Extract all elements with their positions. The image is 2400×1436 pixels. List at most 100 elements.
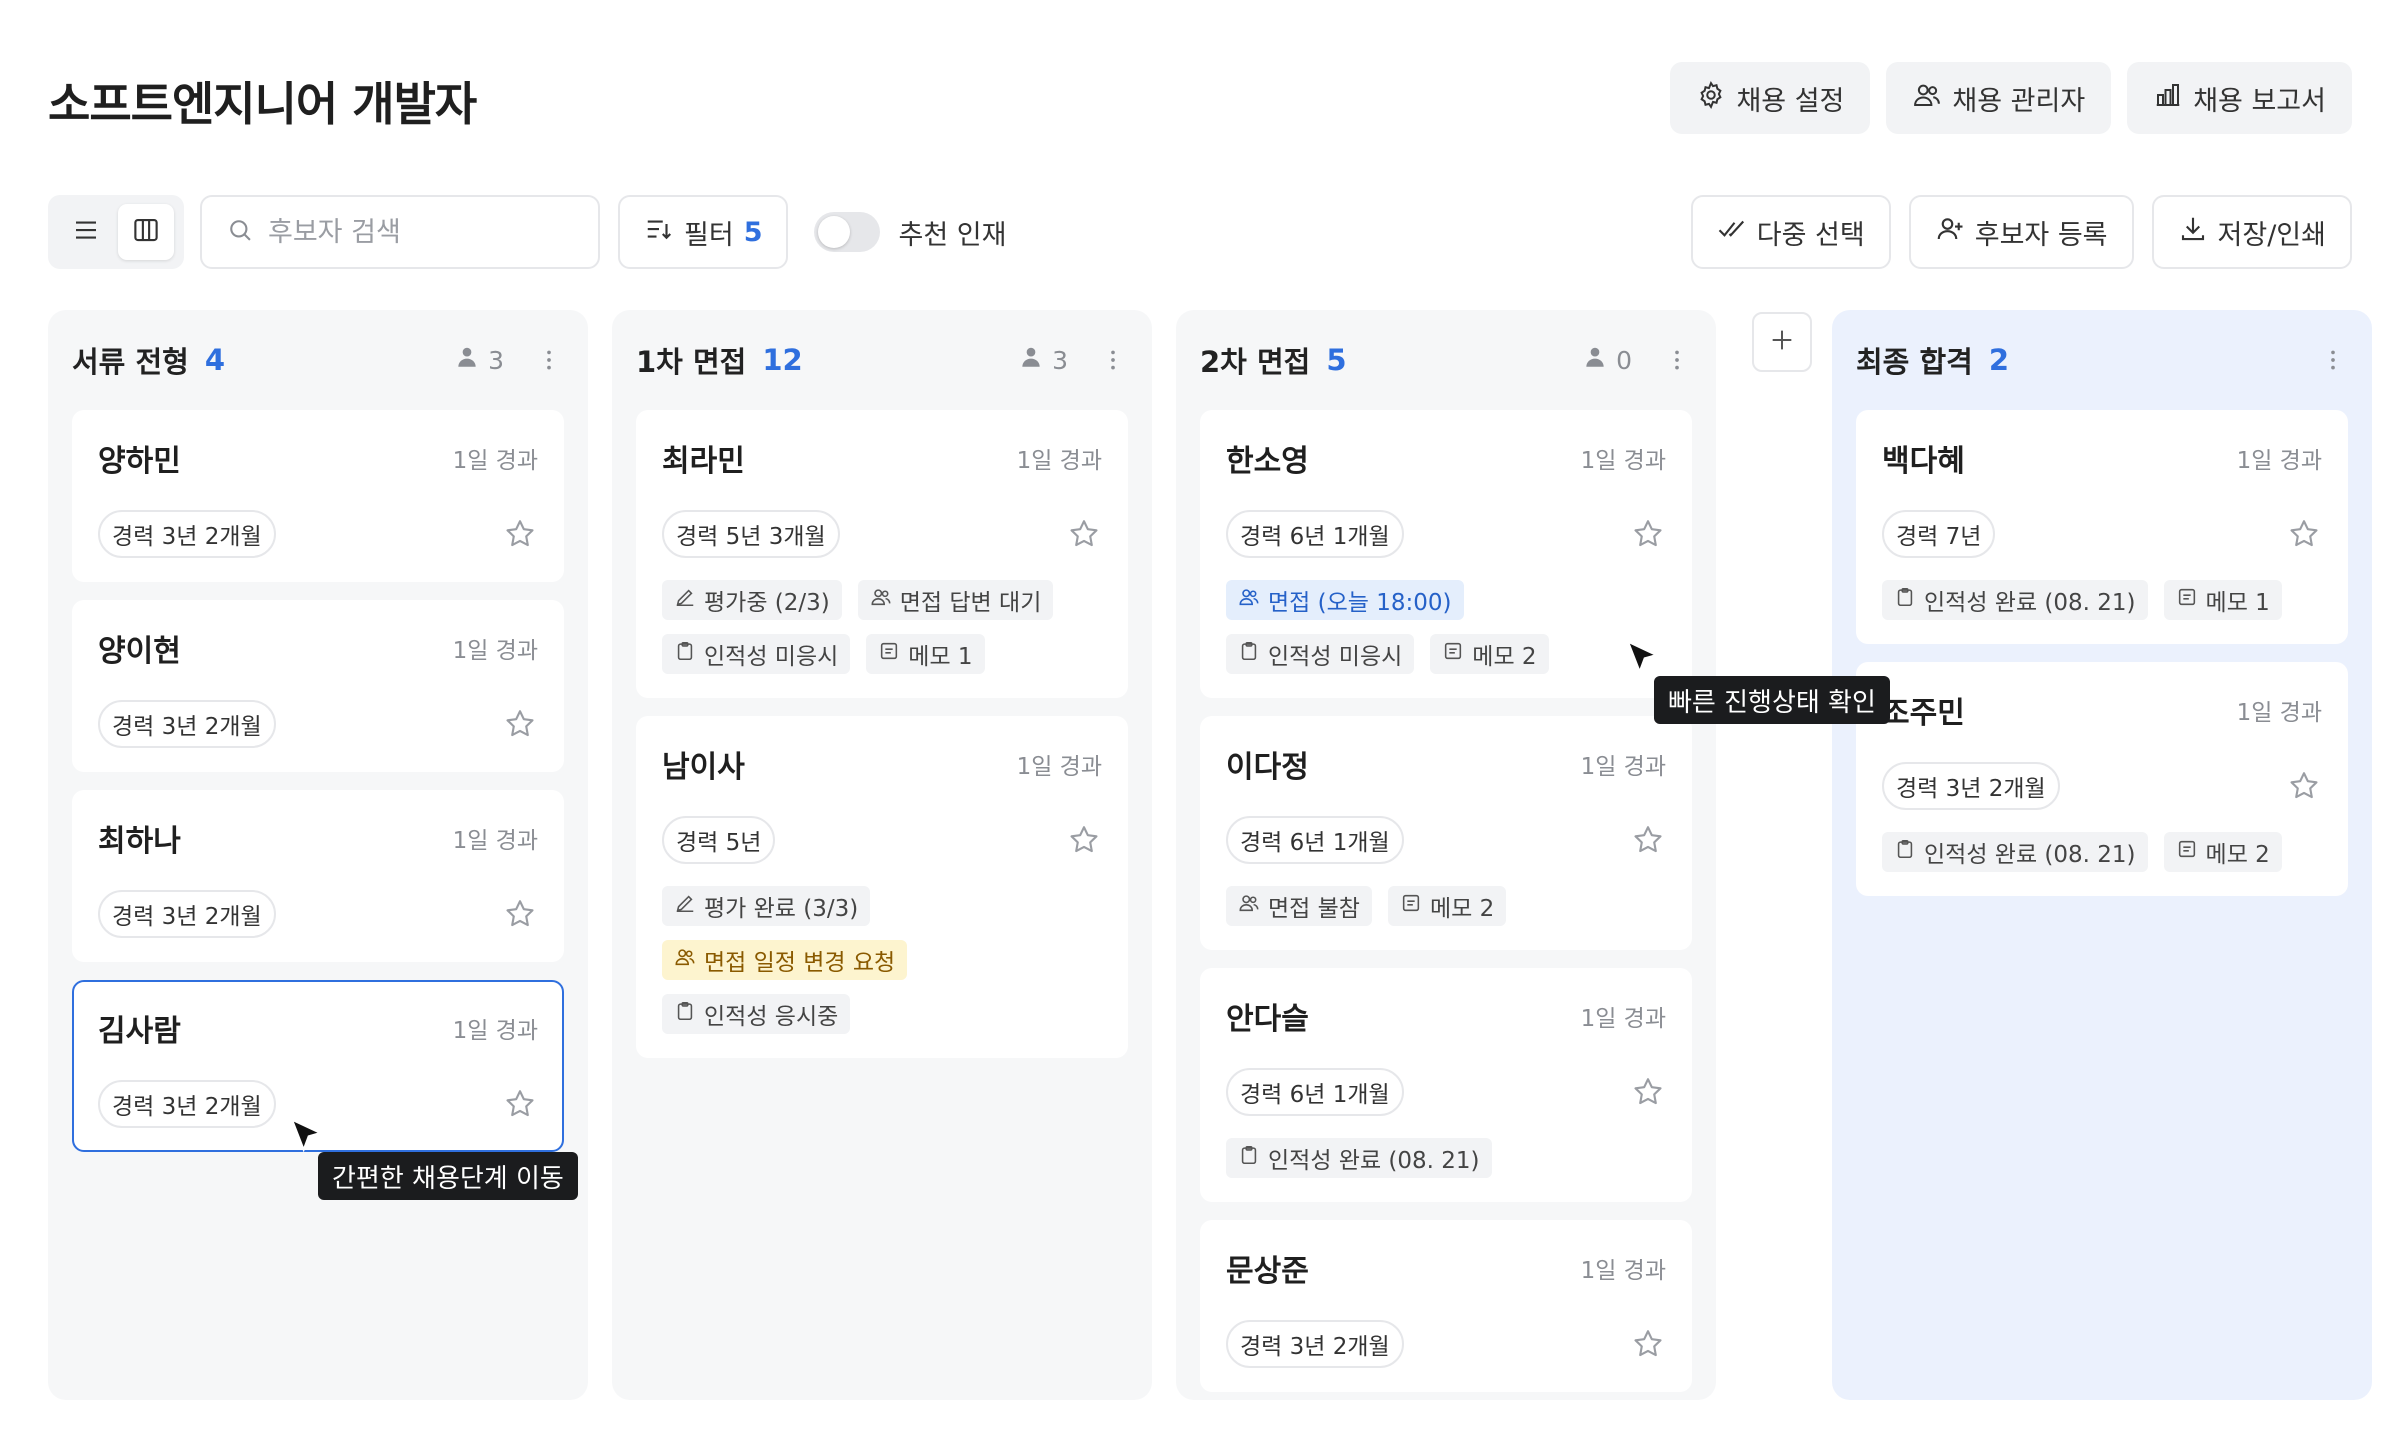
elapsed-time: 1일 경과 (1016, 448, 1102, 474)
clipboard-icon (1238, 640, 1260, 668)
candidate-card[interactable]: 문상준 1일 경과 경력 3년 2개월 (1200, 1220, 1692, 1392)
users-icon (870, 586, 892, 614)
star-icon[interactable] (502, 706, 538, 742)
quick-status-tooltip: 빠른 진행상태 확인 (1654, 676, 1890, 724)
more-vertical-icon[interactable] (534, 345, 564, 375)
toolbar-actions: 다중 선택 후보자 등록 저장/인쇄 (1690, 195, 2352, 269)
star-icon[interactable] (1630, 516, 1666, 552)
memo-tag[interactable]: 메모 2 (1387, 886, 1507, 926)
double-check-icon (1717, 214, 1747, 251)
star-icon[interactable] (1066, 516, 1102, 552)
clipboard-icon (1894, 838, 1916, 866)
elapsed-time: 1일 경과 (1016, 754, 1102, 780)
candidate-card[interactable]: 최하나 1일 경과 경력 3년 2개월 (72, 790, 564, 962)
person-icon (1582, 344, 1608, 376)
column-document-screening: 서류 전형 4 3 양하민 1일 경과 경력 3년 2개월 양이현 1일 경과 경력… (48, 310, 588, 1400)
memo-tag[interactable]: 메모 2 (1430, 634, 1549, 674)
column-reviewers: 3 (454, 344, 504, 376)
recruit-report-button[interactable]: 채용 보고서 (2127, 62, 2352, 134)
experience-badge: 경력 5년 3개월 (662, 510, 840, 558)
aptitude-tag: 인적성 완료 (08. 21) (1882, 580, 2148, 620)
add-candidate-button[interactable]: 후보자 등록 (1908, 195, 2134, 269)
star-icon[interactable] (1630, 1074, 1666, 1110)
list-icon (71, 215, 101, 249)
aptitude-tag: 인적성 완료 (08. 21) (1882, 832, 2148, 872)
experience-badge: 경력 3년 2개월 (98, 890, 276, 938)
star-icon[interactable] (2286, 768, 2322, 804)
candidate-card[interactable]: 백다혜 1일 경과 경력 7년 인적성 완료 (08. 21) 메모 1 (1856, 410, 2348, 644)
add-user-icon (1935, 214, 1965, 251)
toolbar: 필터 5 추천 인재 다중 선택 후보자 등록 저장/인쇄 (48, 195, 2352, 269)
mouse-cursor-icon (1626, 640, 1660, 675)
candidate-card[interactable]: 이다정 1일 경과 경력 6년 1개월 면접 불참 메모 2 (1200, 716, 1692, 950)
memo-tag[interactable]: 메모 1 (866, 634, 985, 674)
recruit-settings-button[interactable]: 채용 설정 (1670, 62, 1871, 134)
memo-tag[interactable]: 메모 1 (2163, 580, 2282, 620)
elapsed-time: 1일 경과 (452, 1018, 538, 1044)
filter-button[interactable]: 필터 5 (618, 195, 789, 269)
star-icon[interactable] (1066, 822, 1102, 858)
candidate-card[interactable]: 양이현 1일 경과 경력 3년 2개월 (72, 600, 564, 772)
aptitude-tag: 인적성 완료 (08. 21) (1226, 1138, 1492, 1178)
aptitude-tag: 인적성 미응시 (1226, 634, 1415, 674)
add-column-button[interactable] (1752, 312, 1812, 372)
candidate-name: 이다정 (1226, 750, 1309, 785)
person-icon (1018, 344, 1044, 376)
download-icon (2178, 214, 2208, 251)
experience-badge: 경력 3년 2개월 (1882, 762, 2060, 810)
memo-tag[interactable]: 메모 2 (2163, 832, 2282, 872)
users-icon (1238, 586, 1260, 614)
column-count: 4 (204, 343, 226, 377)
column-first-interview: 1차 면접 12 3 최라민 1일 경과 경력 5년 3개월 평가중 (2/3) … (612, 310, 1152, 1400)
candidate-card[interactable]: 최라민 1일 경과 경력 5년 3개월 평가중 (2/3) 면접 답변 대기 인적… (636, 410, 1128, 698)
more-vertical-icon[interactable] (2318, 345, 2348, 375)
column-count: 5 (1326, 343, 1347, 377)
column-title: 최종 합격 (1856, 345, 1973, 379)
board-view-button[interactable] (118, 204, 174, 260)
recommended-toggle-label: 추천 인재 (898, 219, 1007, 251)
more-vertical-icon[interactable] (1662, 345, 1692, 375)
experience-badge: 경력 3년 2개월 (98, 1080, 276, 1128)
evaluation-tag: 평가 완료 (3/3) (662, 886, 871, 926)
evaluation-tag: 평가중 (2/3) (662, 580, 842, 620)
candidate-card[interactable]: 조주민 1일 경과 경력 3년 2개월 인적성 완료 (08. 21) 메모 2 (1856, 662, 2348, 896)
candidate-card[interactable]: 한소영 1일 경과 경력 6년 1개월 면접 (오늘 18:00) 인적성 미응시… (1200, 410, 1692, 698)
note-icon (1442, 640, 1464, 668)
elapsed-time: 1일 경과 (1580, 1006, 1666, 1032)
note-icon (2176, 838, 2198, 866)
star-icon[interactable] (2286, 516, 2322, 552)
star-icon[interactable] (502, 516, 538, 552)
candidate-name: 백다혜 (1882, 444, 1965, 479)
recommended-toggle[interactable] (814, 212, 881, 252)
star-icon[interactable] (1630, 1326, 1666, 1362)
experience-badge: 경력 6년 1개월 (1226, 1068, 1404, 1116)
multi-select-button[interactable]: 다중 선택 (1690, 195, 1891, 269)
more-vertical-icon[interactable] (1098, 345, 1128, 375)
candidate-card[interactable]: 양하민 1일 경과 경력 3년 2개월 (72, 410, 564, 582)
star-icon[interactable] (1630, 822, 1666, 858)
elapsed-time: 1일 경과 (1580, 448, 1666, 474)
column-count: 12 (762, 343, 803, 377)
experience-badge: 경력 3년 2개월 (98, 700, 276, 748)
experience-badge: 경력 3년 2개월 (98, 510, 276, 558)
candidate-card[interactable]: 남이사 1일 경과 경력 5년 평가 완료 (3/3) 면접 일정 변경 요청 인… (636, 716, 1128, 1058)
elapsed-time: 1일 경과 (452, 448, 538, 474)
mouse-cursor-icon (290, 1118, 324, 1153)
candidate-name: 안다슬 (1226, 1002, 1309, 1037)
save-print-button[interactable]: 저장/인쇄 (2151, 195, 2352, 269)
candidate-name: 한소영 (1226, 444, 1309, 479)
column-title: 1차 면접 (636, 345, 747, 379)
search-input[interactable] (268, 216, 568, 248)
column-reviewers: 3 (1018, 344, 1068, 376)
star-icon[interactable] (502, 896, 538, 932)
candidate-search[interactable] (200, 195, 600, 269)
view-toggle (48, 195, 184, 269)
clipboard-icon (1238, 1144, 1260, 1172)
note-icon (878, 640, 900, 668)
interview-today-tag: 면접 (오늘 18:00) (1226, 580, 1464, 620)
candidate-card[interactable]: 안다슬 1일 경과 경력 6년 1개월 인적성 완료 (08. 21) (1200, 968, 1692, 1202)
star-icon[interactable] (502, 1086, 538, 1122)
list-view-button[interactable] (58, 204, 114, 260)
experience-badge: 경력 7년 (1882, 510, 1996, 558)
recruit-managers-button[interactable]: 채용 관리자 (1886, 62, 2112, 134)
